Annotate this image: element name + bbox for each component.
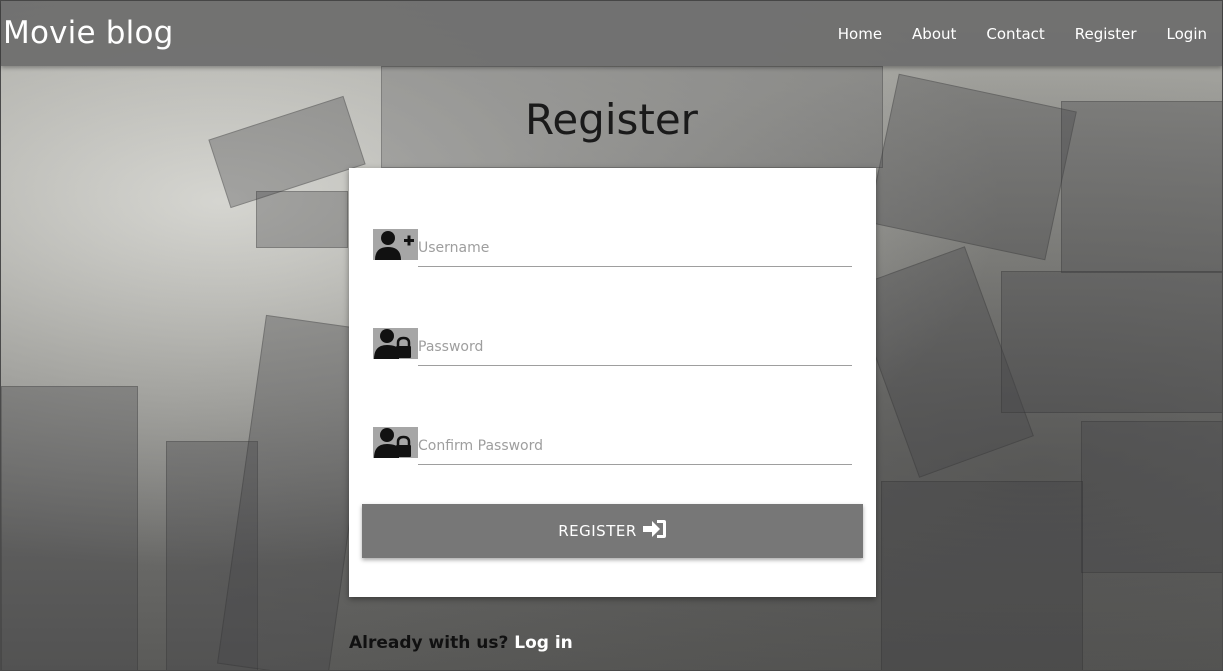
username-field-group (373, 229, 852, 269)
navbar: Movie blog Home About Contact Register L… (1, 1, 1222, 66)
username-input[interactable] (418, 229, 852, 267)
nav-link-login[interactable]: Login (1152, 25, 1222, 43)
login-prompt-text: Already with us? (349, 633, 509, 653)
login-prompt: Already with us? Log in (349, 633, 573, 653)
sign-in-icon (642, 519, 667, 543)
user-lock-icon (373, 427, 418, 458)
password-input[interactable] (418, 328, 852, 366)
user-plus-icon (373, 229, 418, 260)
nav-link-contact[interactable]: Contact (971, 25, 1059, 43)
page-title: Register (525, 95, 698, 144)
nav-links: Home About Contact Register Login (823, 1, 1222, 66)
nav-link-register[interactable]: Register (1060, 25, 1152, 43)
confirm-password-field-group (373, 427, 852, 467)
nav-link-about[interactable]: About (897, 25, 971, 43)
register-form-card: REGISTER (349, 168, 876, 597)
brand-logo[interactable]: Movie blog (3, 15, 174, 51)
password-field-group (373, 328, 852, 368)
confirm-password-input[interactable] (418, 427, 852, 465)
register-button-label: REGISTER (558, 522, 637, 540)
user-lock-icon (373, 328, 418, 359)
login-link[interactable]: Log in (514, 633, 573, 653)
nav-link-home[interactable]: Home (823, 25, 897, 43)
register-button[interactable]: REGISTER (362, 504, 863, 558)
